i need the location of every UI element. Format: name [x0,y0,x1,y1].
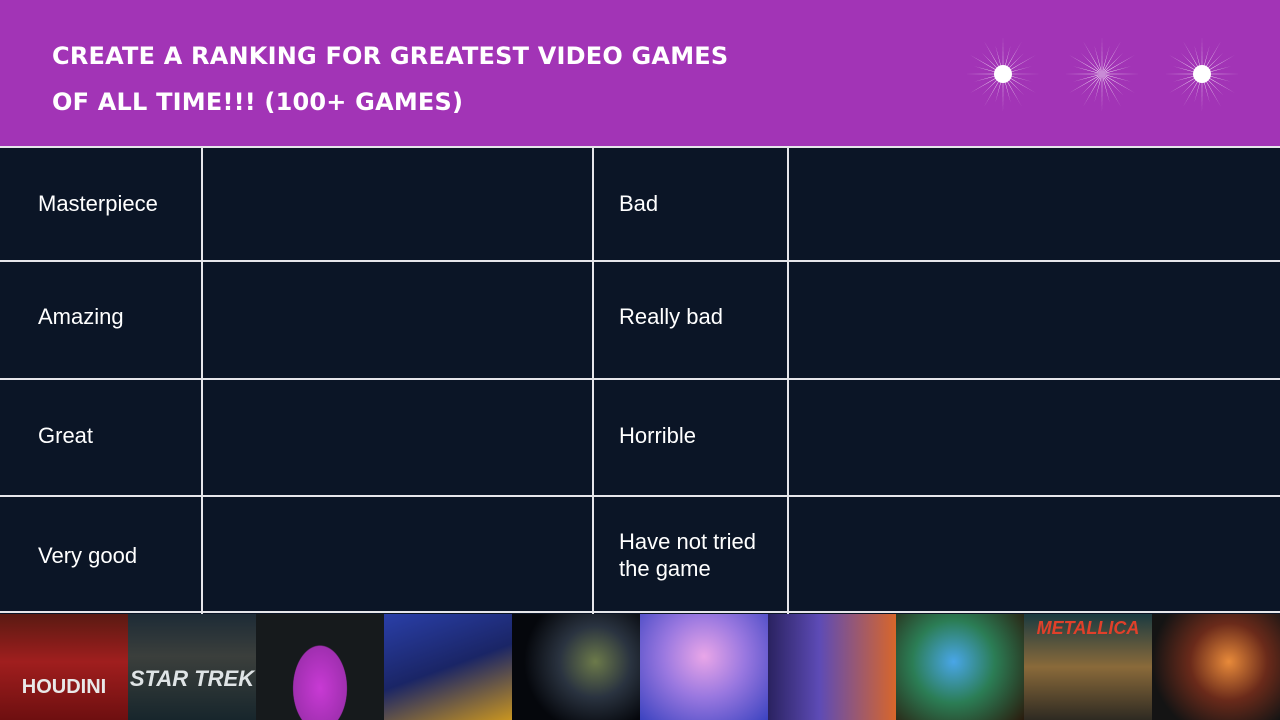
tier-drop-zone[interactable] [789,262,1280,378]
divider [0,611,1280,613]
starburst-icon [1064,36,1140,112]
starburst-ray [1083,77,1101,107]
tier-label-bad: Bad [619,191,659,216]
tier-drop-zone[interactable] [203,148,592,260]
tier-drop-zone[interactable] [203,497,592,611]
kakashi-figure-image[interactable] [512,614,640,720]
metallica-image[interactable]: METALLICA [1024,614,1152,720]
tier-drop-zone[interactable] [789,380,1280,495]
image-caption: METALLICA [1036,618,1140,638]
pink-hoodie-figure-image[interactable] [256,614,384,720]
tier-drop-zone[interactable] [203,262,592,378]
tier-label-amazing: Amazing [38,304,124,329]
starburst-ray [1105,75,1135,93]
image-caption: STAR TREK [129,666,255,691]
starburst-ray [1069,75,1099,93]
starburst-ray [1069,55,1099,73]
starburst-ray [1103,41,1121,71]
houdini-image[interactable]: HOUDINI [0,614,128,720]
tier-label-masterpiece: Masterpiece [38,191,158,216]
vr-headset-image[interactable] [768,614,896,720]
anime-girl-image[interactable] [640,614,768,720]
tier-label-great: Great [38,423,94,448]
starburst-ray [1080,76,1100,96]
tier-drop-zone[interactable] [789,148,1280,260]
page-title: CREATE A RANKING FOR GREATEST VIDEO GAME… [52,42,729,116]
tier-label-horrible: Horrible [619,423,697,448]
stormtrooper-figure-image[interactable] [1152,614,1280,720]
star-trek-image[interactable]: STAR TREK [128,614,256,720]
header-banner: CREATE A RANKING FOR GREATEST VIDEO GAME… [0,0,1280,146]
tier-label-not-tried: Have not tried the game [619,529,756,581]
tier-label-really-bad: Really bad [619,304,723,329]
starburst-icon [1164,36,1240,112]
game-image-gallery: HOUDINI STAR TREK METALLICA [0,614,1280,720]
starburst-ray [1080,52,1100,72]
divider [592,148,594,614]
tier-drop-zone[interactable] [203,380,592,495]
tracer-figure-image[interactable] [384,614,512,720]
starburst-ray [1104,52,1124,72]
tier-label-very-good: Very good [38,543,138,568]
starburst-ray [1104,76,1124,96]
yoda-image[interactable] [896,614,1024,720]
starburst-ray [1083,41,1101,71]
starburst-ray [1105,55,1135,73]
image-caption: HOUDINI [21,676,107,698]
starburst-ray [1103,77,1121,107]
starburst-icon [965,36,1041,112]
tier-drop-zone[interactable] [789,497,1280,611]
